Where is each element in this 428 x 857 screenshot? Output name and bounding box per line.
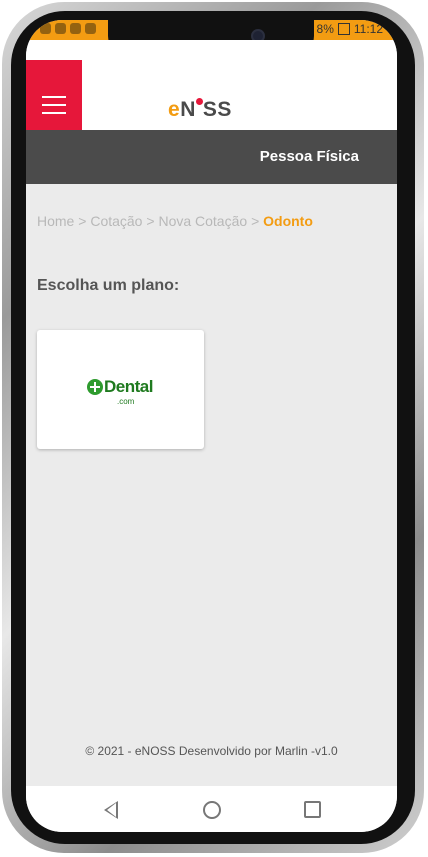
breadcrumb-separator: >: [78, 213, 87, 229]
status-icons-right: 8% 11:12: [317, 22, 383, 36]
notification-icon: [40, 23, 51, 34]
status-icons-left: [40, 23, 96, 34]
plan-suffix: .com: [117, 397, 135, 406]
app-icon: [85, 23, 96, 34]
page-title: Pessoa Física: [259, 148, 359, 165]
screen: 8% 11:12 eN SS Pessoa Física Home > Cotaç…: [26, 20, 397, 832]
android-nav-bar: [26, 786, 397, 832]
breadcrumb-cotacao[interactable]: Cotação: [90, 213, 142, 229]
home-icon[interactable]: [203, 801, 221, 819]
hamburger-icon-line: [42, 104, 66, 106]
hamburger-icon-line: [42, 96, 66, 98]
plan-heading: Escolha um plano:: [37, 277, 180, 294]
breadcrumb-current: Odonto: [263, 213, 313, 229]
battery-icon: [337, 23, 350, 35]
breadcrumb-nova-cotacao[interactable]: Nova Cotação: [158, 213, 247, 229]
footer-text: © 2021 - eNOSS Desenvolvido por Marlin -…: [85, 744, 338, 758]
recent-apps-icon[interactable]: [304, 801, 321, 818]
signal-dot-icon: [195, 98, 203, 105]
title-bar: Pessoa Física: [26, 130, 397, 184]
breadcrumb-home[interactable]: Home: [37, 213, 74, 229]
hamburger-icon-line: [42, 112, 66, 114]
whatsapp-icon: [55, 23, 66, 34]
logo-prefix: e: [168, 98, 181, 121]
voicemail-icon: [70, 23, 81, 34]
dental-logo: Dental: [87, 377, 153, 397]
enoss-logo[interactable]: eN SS: [168, 98, 232, 122]
plan-card-dental[interactable]: Dental .com: [37, 330, 204, 449]
breadcrumb-separator: >: [251, 213, 260, 229]
clock: 11:12: [353, 22, 383, 36]
logo-suffix: SS: [202, 98, 232, 121]
logo-main: N: [180, 98, 196, 121]
back-icon-inner: [107, 803, 116, 817]
battery-percent: 8%: [316, 22, 334, 36]
plan-name: Dental: [104, 377, 153, 396]
plus-circle-icon: [87, 379, 103, 395]
breadcrumb-separator: >: [146, 213, 155, 229]
breadcrumb: Home > Cotação > Nova Cotação > Odonto: [37, 213, 313, 229]
